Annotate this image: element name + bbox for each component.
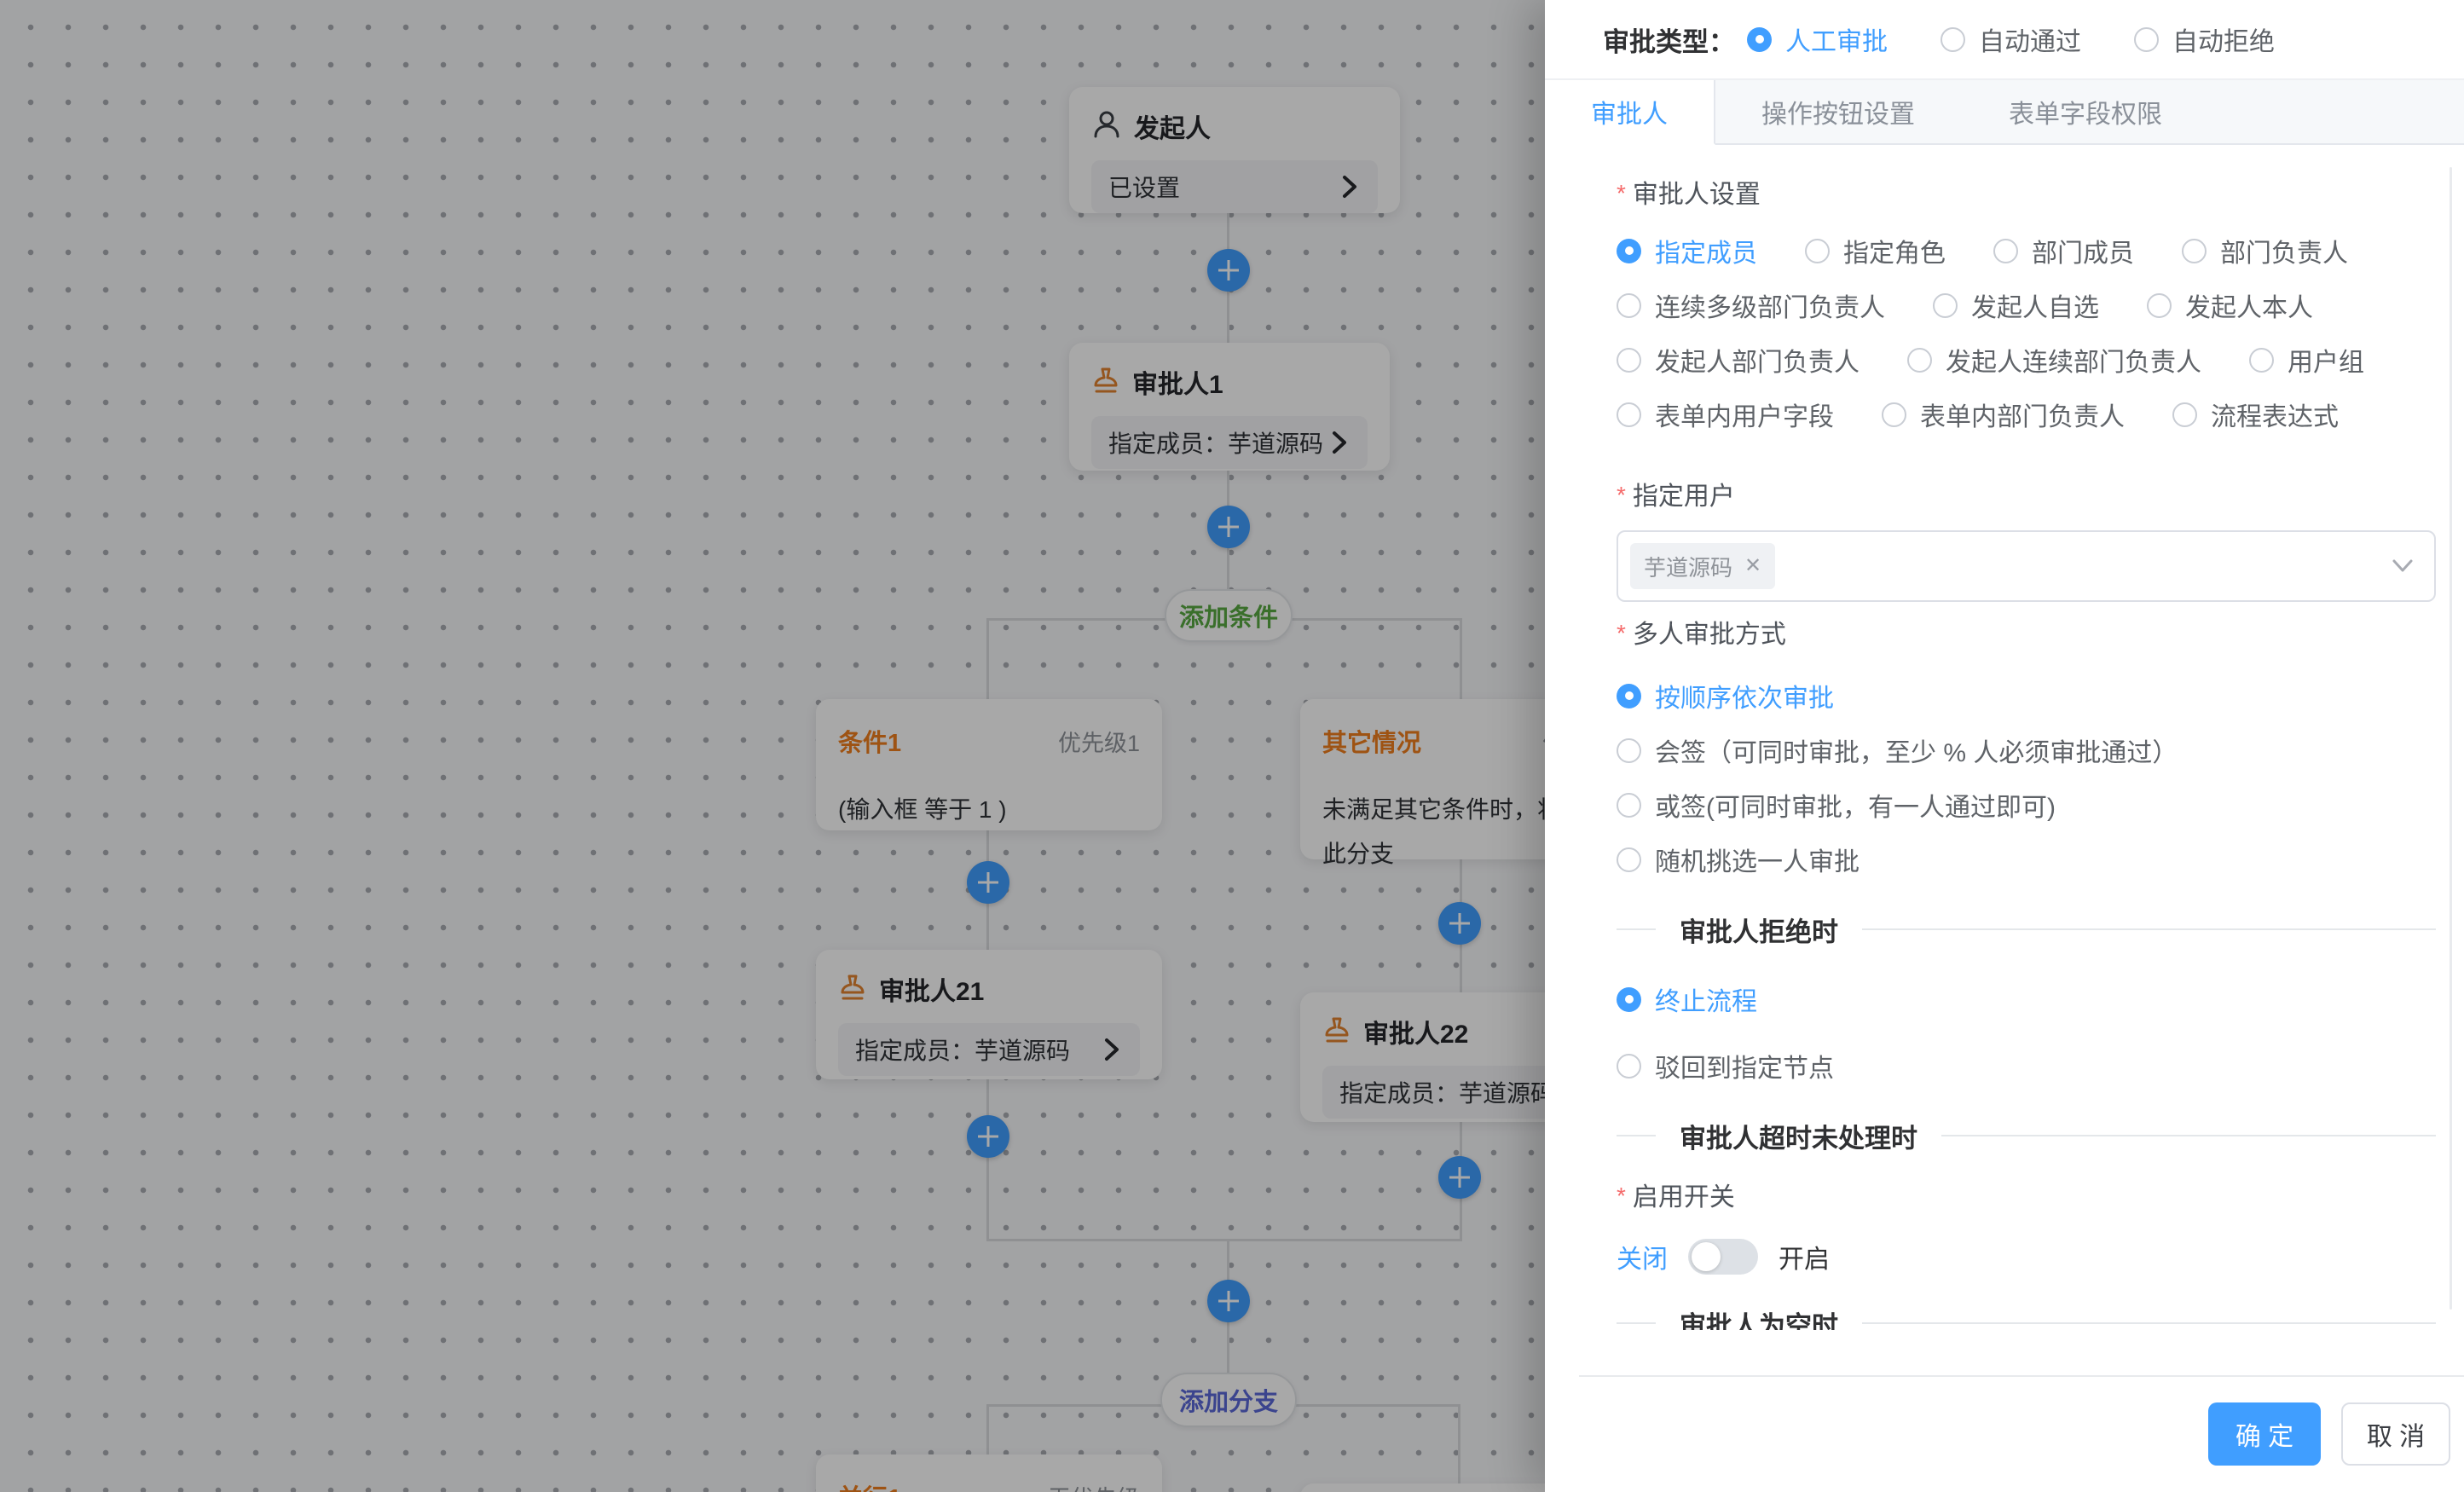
timeout-switch-row: 关闭 开启 [1617, 1233, 2435, 1281]
radio-dot [2147, 293, 2172, 318]
radio-dot [1933, 293, 1958, 318]
radio-dot [1907, 348, 1932, 373]
radio-dot [2249, 348, 2274, 373]
radio-multi-level-dept-leader[interactable]: 连续多级部门负责人 [1617, 290, 1885, 321]
assign-user-select[interactable]: 芋道源码 ✕ [1617, 530, 2436, 602]
radio-initiator-choose[interactable]: 发起人自选 [1933, 290, 2099, 321]
radio-manual-approval[interactable]: 人工审批 [1747, 20, 1888, 58]
radio-dot [2134, 27, 2159, 52]
radio-countersign[interactable]: 会签（可同时审批，至少 % 人必须审批通过） [1617, 735, 2435, 766]
radio-user-group[interactable]: 用户组 [2249, 344, 2364, 375]
radio-terminate-process[interactable]: 终止流程 [1617, 984, 2435, 1015]
radio-dot [1617, 348, 1641, 373]
radio-dot [1882, 402, 1906, 427]
approver-setting-label: 审批人设置 [1617, 176, 2435, 213]
radio-dot [1993, 239, 2018, 263]
enable-switch-label: 启用开关 [1617, 1178, 2435, 1216]
chevron-down-icon [2390, 558, 2415, 575]
radio-dot [1617, 793, 1641, 818]
approval-type-label: 审批类型： [1603, 20, 1735, 59]
tab-action-buttons[interactable]: 操作按钮设置 [1715, 80, 1963, 143]
panel-footer: 确 定 取 消 [1545, 1375, 2464, 1492]
radio-dot [1941, 27, 1965, 52]
settings-scroll-area[interactable]: 审批人设置 指定成员 指定角色 部门成员 部门负责人 连续多级部门负责人 发起人… [1545, 145, 2464, 1330]
radio-assign-role[interactable]: 指定角色 [1805, 235, 1946, 266]
tab-form-field-permission[interactable]: 表单字段权限 [1963, 80, 2210, 143]
radio-auto-reject[interactable]: 自动拒绝 [2134, 20, 2275, 58]
radio-dot [1617, 239, 1641, 263]
radio-dot [1805, 239, 1830, 263]
radio-dept-member[interactable]: 部门成员 [1993, 235, 2134, 266]
radio-dot [1617, 987, 1641, 1012]
radio-dot [1617, 293, 1641, 318]
tab-approver[interactable]: 审批人 [1545, 80, 1715, 145]
radio-assign-member[interactable]: 指定成员 [1617, 235, 1757, 266]
switch-off-label: 关闭 [1617, 1238, 1668, 1275]
radio-dot [1617, 1054, 1641, 1079]
multi-mode-options: 按顺序依次审批 会签（可同时审批，至少 % 人必须审批通过） 或签(可同时审批，… [1617, 680, 2435, 899]
radio-dot [1747, 27, 1772, 52]
confirm-button[interactable]: 确 定 [2208, 1402, 2321, 1466]
empty-approver-divider: 审批人为空时 [1617, 1304, 2436, 1330]
switch-knob [1692, 1242, 1721, 1271]
radio-dot [2172, 402, 2197, 427]
approver-setting-options: 指定成员 指定角色 部门成员 部门负责人 连续多级部门负责人 发起人自选 发起人… [1617, 235, 2436, 430]
reject-section-divider: 审批人拒绝时 [1617, 911, 2436, 948]
radio-dot [1617, 738, 1641, 763]
approval-type-row: 审批类型： 人工审批 自动通过 自动拒绝 [1545, 0, 2464, 78]
radio-process-expression[interactable]: 流程表达式 [2172, 399, 2339, 430]
timeout-section-divider: 审批人超时未处理时 [1617, 1117, 2436, 1154]
radio-dot [1617, 847, 1641, 872]
radio-auto-approve[interactable]: 自动通过 [1941, 20, 2081, 58]
cancel-button[interactable]: 取 消 [2341, 1402, 2450, 1466]
radio-form-user-field[interactable]: 表单内用户字段 [1617, 399, 1834, 430]
workflow-designer-screen: 发起人 已设置 审批人1 指定成员：芋道源码 添加条件 [0, 0, 2464, 1492]
timeout-enable-switch[interactable] [1688, 1239, 1758, 1275]
radio-dot [1617, 684, 1641, 708]
radio-form-dept-leader[interactable]: 表单内部门负责人 [1882, 399, 2125, 430]
assign-user-label: 指定用户 [1617, 477, 2435, 515]
approval-settings-panel: 审批类型： 人工审批 自动通过 自动拒绝 审批人 操作按钮设置 表单字段权限 审… [1545, 0, 2464, 1492]
radio-random-one[interactable]: 随机挑选一人审批 [1617, 844, 2435, 875]
radio-sequential-approval[interactable]: 按顺序依次审批 [1617, 680, 2435, 711]
scrollbar-track[interactable] [2450, 167, 2452, 1310]
radio-orsign[interactable]: 或签(可同时审批，有一人通过即可) [1617, 789, 2435, 820]
settings-tabs: 审批人 操作按钮设置 表单字段权限 [1545, 78, 2464, 145]
radio-dept-leader[interactable]: 部门负责人 [2182, 235, 2348, 266]
switch-on-label: 开启 [1779, 1238, 1830, 1275]
radio-initiator-multi-dept-leader[interactable]: 发起人连续部门负责人 [1907, 344, 2201, 375]
radio-initiator-dept-leader[interactable]: 发起人部门负责人 [1617, 344, 1860, 375]
selected-user-tag: 芋道源码 ✕ [1630, 543, 1775, 589]
multi-mode-label: 多人审批方式 [1617, 616, 2435, 653]
radio-dot [2182, 239, 2207, 263]
radio-dot [1617, 402, 1641, 427]
tag-remove-icon[interactable]: ✕ [1744, 556, 1761, 576]
radio-return-to-node[interactable]: 驳回到指定节点 [1617, 1050, 2435, 1081]
radio-initiator-self[interactable]: 发起人本人 [2147, 290, 2313, 321]
